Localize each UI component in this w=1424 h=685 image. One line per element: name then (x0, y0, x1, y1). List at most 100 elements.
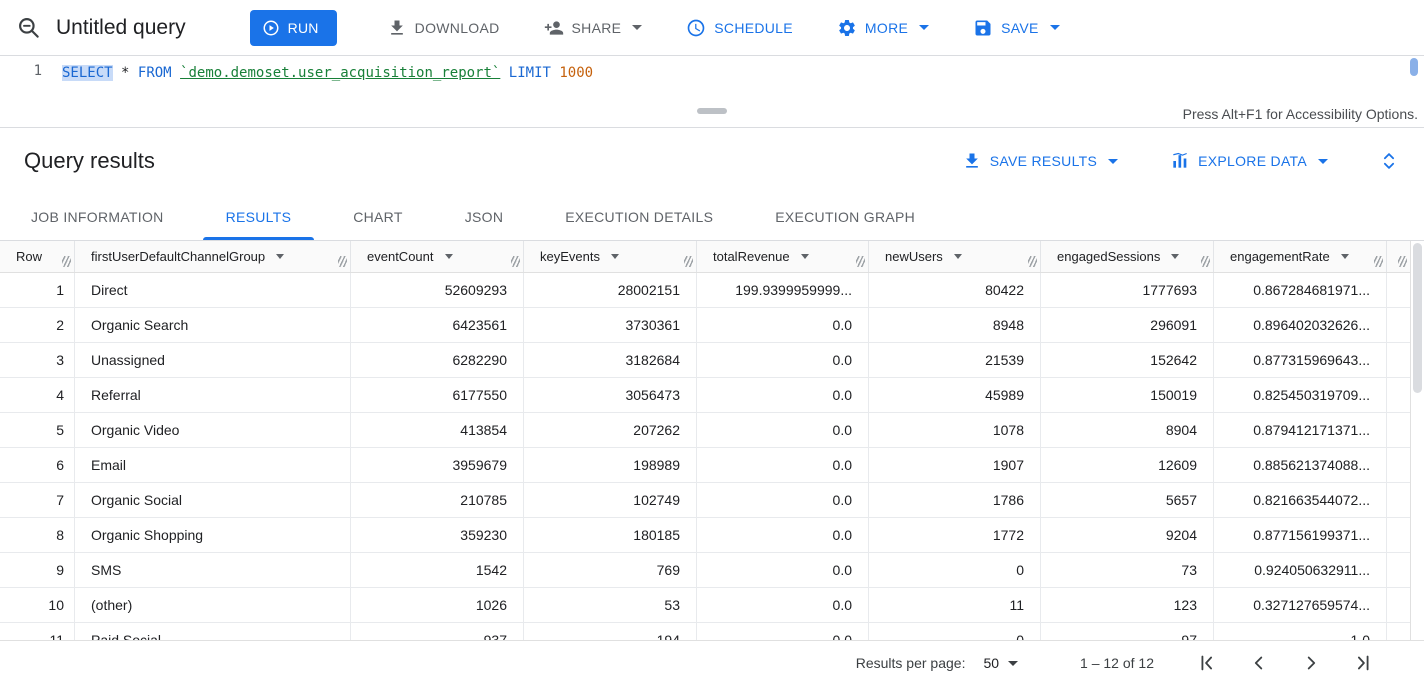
sort-menu-icon[interactable] (611, 254, 619, 259)
column-resize-handle[interactable] (1398, 256, 1407, 267)
chevron-down-icon (1318, 159, 1328, 164)
page-range-label: 1 – 12 of 12 (1080, 655, 1154, 671)
cell-new-users: 1772 (869, 518, 1041, 552)
scrollbar-thumb[interactable] (1413, 243, 1422, 393)
compose-query-icon (16, 15, 42, 41)
cell-key-events: 3182684 (524, 343, 697, 377)
column-header-engaged-sessions[interactable]: engagedSessions (1041, 241, 1214, 272)
cell-channel-group: Organic Shopping (75, 518, 351, 552)
cell-event-count: 6177550 (351, 378, 524, 412)
person-add-icon (544, 18, 564, 38)
table-row[interactable]: 10 (other) 1026 53 0.0 11 123 0.32712765… (0, 588, 1424, 623)
table-row[interactable]: 3 Unassigned 6282290 3182684 0.0 21539 1… (0, 343, 1424, 378)
cell-clipped (1387, 343, 1410, 377)
column-resize-handle[interactable] (62, 256, 71, 267)
more-button[interactable]: MORE (837, 18, 929, 38)
cell-total-revenue: 0.0 (697, 623, 869, 640)
expand-panel-button[interactable] (1378, 150, 1400, 172)
table-scrollbar[interactable] (1410, 241, 1424, 640)
cell-clipped (1387, 308, 1410, 342)
cell-new-users: 1786 (869, 483, 1041, 517)
row-number: 2 (0, 308, 75, 342)
cell-channel-group: (other) (75, 588, 351, 622)
column-header-engagement-rate[interactable]: engagementRate (1214, 241, 1387, 272)
save-button[interactable]: SAVE (973, 18, 1060, 38)
cell-total-revenue: 0.0 (697, 413, 869, 447)
chevron-down-icon (1108, 159, 1118, 164)
table-body: 1 Direct 52609293 28002151 199.939995999… (0, 273, 1424, 640)
results-per-page-select[interactable]: 50 (983, 655, 1018, 671)
column-header-channel-group[interactable]: firstUserDefaultChannelGroup (75, 241, 351, 272)
column-resize-handle[interactable] (856, 256, 865, 267)
cell-key-events: 53 (524, 588, 697, 622)
cell-engagement-rate: 0.885621374088... (1214, 448, 1387, 482)
sort-menu-icon[interactable] (1171, 254, 1179, 259)
sort-menu-icon[interactable] (1341, 254, 1349, 259)
column-resize-handle[interactable] (684, 256, 693, 267)
cell-key-events: 194 (524, 623, 697, 640)
sort-menu-icon[interactable] (954, 254, 962, 259)
chevron-down-icon (919, 25, 929, 30)
sql-limit-value: 1000 (559, 65, 593, 81)
cell-engagement-rate: 0.877156199371... (1214, 518, 1387, 552)
previous-page-button[interactable] (1248, 652, 1270, 674)
tab-json[interactable]: JSON (434, 194, 535, 240)
column-resize-handle[interactable] (511, 256, 520, 267)
run-button[interactable]: RUN (250, 10, 337, 46)
tab-results[interactable]: RESULTS (195, 194, 323, 240)
cell-event-count: 1026 (351, 588, 524, 622)
last-page-icon (1352, 652, 1374, 674)
column-header-total-revenue[interactable]: totalRevenue (697, 241, 869, 272)
table-row[interactable]: 6 Email 3959679 198989 0.0 1907 12609 0.… (0, 448, 1424, 483)
cell-new-users: 80422 (869, 273, 1041, 307)
tab-execution-details[interactable]: EXECUTION DETAILS (534, 194, 744, 240)
cell-total-revenue: 0.0 (697, 308, 869, 342)
cell-new-users: 0 (869, 623, 1041, 640)
table-row[interactable]: 5 Organic Video 413854 207262 0.0 1078 8… (0, 413, 1424, 448)
column-resize-handle[interactable] (1201, 256, 1210, 267)
schedule-button[interactable]: SCHEDULE (686, 18, 793, 38)
cell-engagement-rate: 0.924050632911... (1214, 553, 1387, 587)
tab-job-information[interactable]: JOB INFORMATION (0, 194, 195, 240)
cell-engaged-sessions: 73 (1041, 553, 1214, 587)
sql-editor[interactable]: 1 SELECT * FROM `demo.demoset.user_acqui… (0, 56, 1424, 104)
column-resize-handle[interactable] (1028, 256, 1037, 267)
first-page-button[interactable] (1196, 652, 1218, 674)
bigquery-console: Untitled query RUN DOWNLOAD SHARE (0, 0, 1424, 685)
sort-menu-icon[interactable] (276, 254, 284, 259)
sql-table-reference[interactable]: `demo.demoset.user_acquisition_report` (180, 65, 500, 81)
sort-menu-icon[interactable] (801, 254, 809, 259)
row-number: 8 (0, 518, 75, 552)
column-resize-handle[interactable] (1374, 256, 1383, 267)
table-row[interactable]: 1 Direct 52609293 28002151 199.939995999… (0, 273, 1424, 308)
cell-total-revenue: 0.0 (697, 518, 869, 552)
tab-chart[interactable]: CHART (322, 194, 433, 240)
cell-total-revenue: 0.0 (697, 553, 869, 587)
column-header-new-users[interactable]: newUsers (869, 241, 1041, 272)
editor-scrollbar[interactable] (1410, 58, 1418, 76)
splitter-handle[interactable] (697, 108, 727, 114)
cell-event-count: 6423561 (351, 308, 524, 342)
download-button[interactable]: DOWNLOAD (387, 18, 500, 38)
last-page-button[interactable] (1352, 652, 1374, 674)
table-row[interactable]: 9 SMS 1542 769 0.0 0 73 0.924050632911..… (0, 553, 1424, 588)
accessibility-hint: Press Alt+F1 for Accessibility Options. (1183, 106, 1418, 122)
table-row[interactable]: 4 Referral 6177550 3056473 0.0 45989 150… (0, 378, 1424, 413)
column-resize-handle[interactable] (338, 256, 347, 267)
explore-data-button[interactable]: EXPLORE DATA (1170, 151, 1328, 171)
results-tabs: JOB INFORMATION RESULTS CHART JSON EXECU… (0, 194, 1424, 241)
sql-code-line[interactable]: SELECT * FROM `demo.demoset.user_acquisi… (62, 56, 593, 104)
table-row[interactable]: 2 Organic Search 6423561 3730361 0.0 894… (0, 308, 1424, 343)
table-row[interactable]: 8 Organic Shopping 359230 180185 0.0 177… (0, 518, 1424, 553)
next-page-button[interactable] (1300, 652, 1322, 674)
column-header-event-count[interactable]: eventCount (351, 241, 524, 272)
tab-execution-graph[interactable]: EXECUTION GRAPH (744, 194, 946, 240)
save-results-button[interactable]: SAVE RESULTS (962, 151, 1118, 171)
sort-menu-icon[interactable] (445, 254, 453, 259)
column-header-key-events[interactable]: keyEvents (524, 241, 697, 272)
cell-event-count: 937 (351, 623, 524, 640)
table-row[interactable]: 7 Organic Social 210785 102749 0.0 1786 … (0, 483, 1424, 518)
cell-total-revenue: 0.0 (697, 448, 869, 482)
share-button[interactable]: SHARE (544, 18, 643, 38)
table-row[interactable]: 11 Paid Social 937 194 0.0 0 97 1.0 (0, 623, 1424, 640)
